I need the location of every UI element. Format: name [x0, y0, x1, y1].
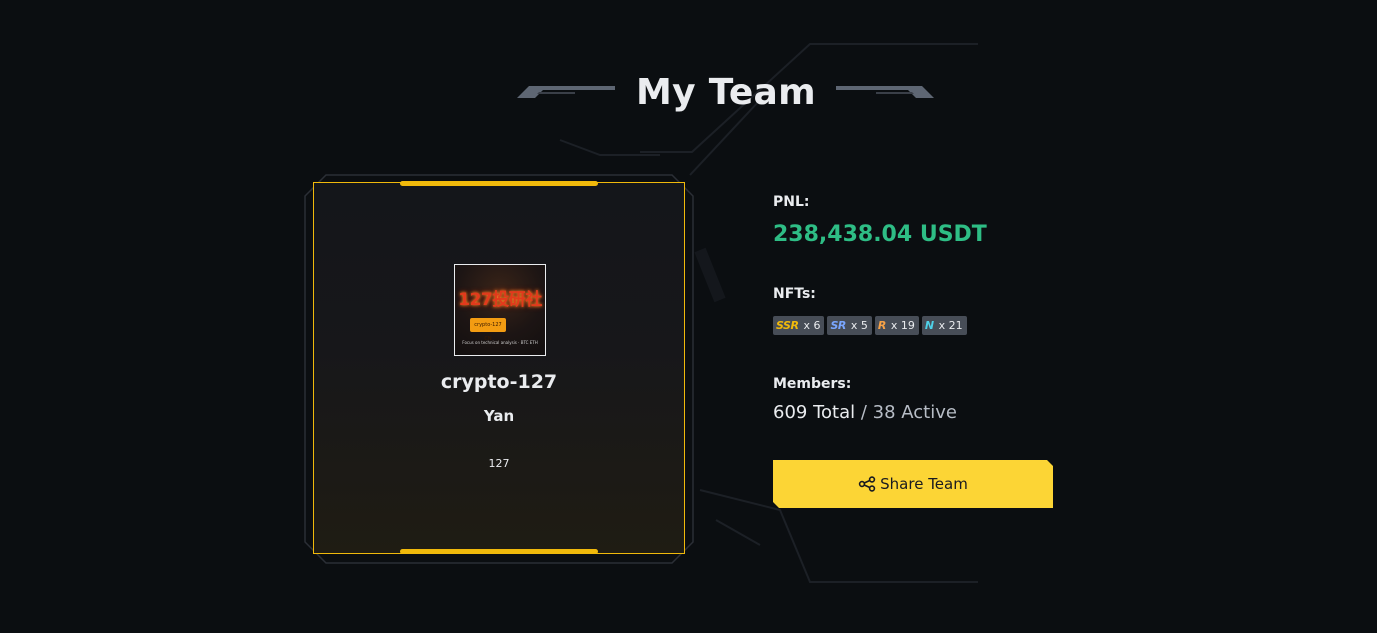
page: My Team 127投研社 crypto-127 CN Focus on te…: [0, 0, 1377, 633]
team-description: 127: [488, 457, 510, 470]
members-active: 38 Active: [872, 402, 957, 423]
avatar-caption: Focus on technical analysis · BTC ETH: [462, 340, 538, 345]
members-summary: 609 Total / 38 Active: [773, 402, 957, 423]
nft-badge-list: SSR x 6 SR x 5 R x 19 N x 21: [773, 316, 967, 335]
share-icon: [858, 476, 876, 492]
team-leader-name: Yan: [483, 407, 515, 425]
team-avatar: 127投研社 crypto-127 CN Focus on technical …: [454, 264, 546, 356]
nft-badge-r: R x 19: [874, 316, 919, 335]
members-total: 609 Total: [773, 402, 856, 423]
nft-count: x 21: [938, 319, 963, 332]
members-separator: /: [855, 402, 873, 423]
nft-badge-sr: SR x 5: [827, 316, 872, 335]
nft-count: x 5: [850, 319, 868, 332]
nfts-label: NFTs:: [773, 286, 816, 302]
title-decoration-right: [836, 86, 934, 98]
nft-badge-ssr: SSR x 6: [773, 316, 825, 335]
card-accent-bottom: [400, 549, 598, 554]
title-area: My Team: [0, 68, 1377, 124]
nft-tier-label: SR: [830, 319, 846, 332]
share-team-button[interactable]: Share Team: [773, 460, 1053, 508]
team-name: crypto-127: [440, 371, 558, 393]
page-title: My Team: [636, 72, 816, 113]
avatar-title-text: 127投研社: [458, 290, 542, 310]
share-team-label: Share Team: [880, 475, 968, 493]
team-card: [313, 182, 685, 554]
pnl-label: PNL:: [773, 194, 810, 210]
nft-tier-label: N: [924, 319, 934, 332]
card-accent-top: [400, 181, 598, 186]
pnl-value: 238,438.04 USDT: [773, 222, 987, 247]
nft-badge-n: N x 21: [921, 316, 967, 335]
members-label: Members:: [773, 376, 852, 392]
nft-count: x 6: [803, 319, 821, 332]
nft-count: x 19: [890, 319, 915, 332]
nft-tier-label: R: [877, 319, 886, 332]
nft-tier-label: SSR: [776, 319, 799, 332]
avatar-pill: crypto-127 CN: [470, 318, 506, 342]
